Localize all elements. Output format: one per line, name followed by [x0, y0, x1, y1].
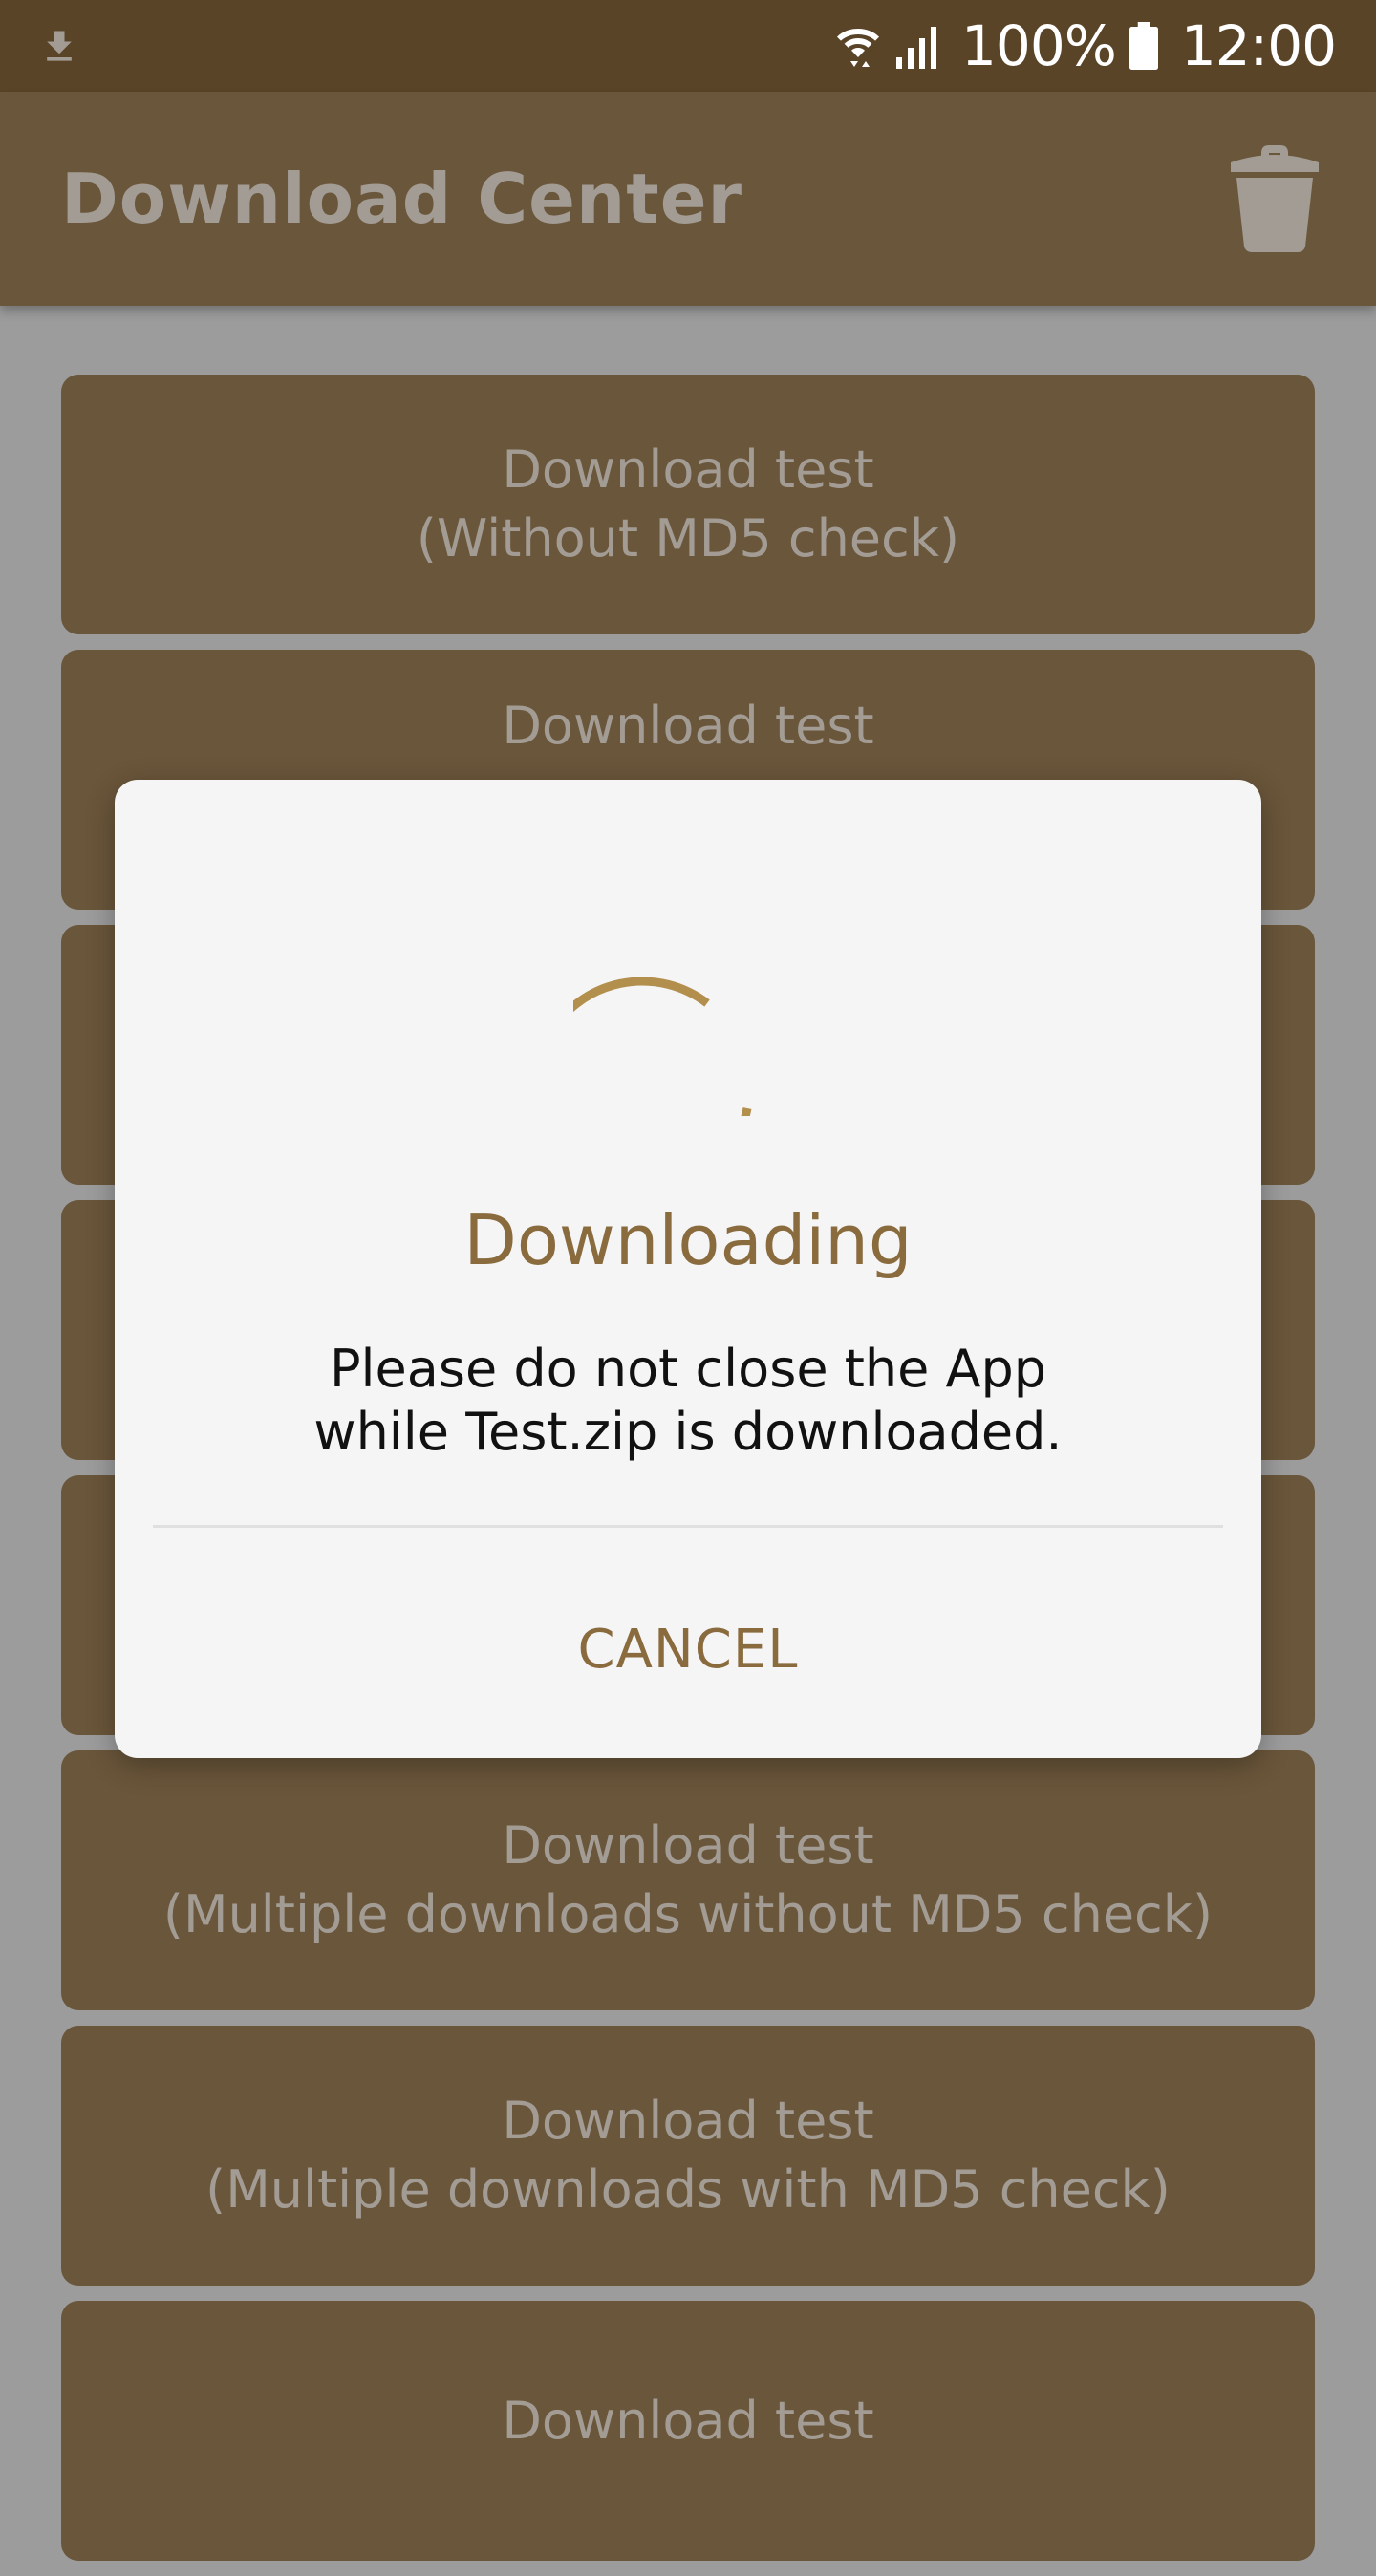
page-title: Download Center	[61, 159, 743, 239]
loading-spinner-icon	[573, 977, 752, 1116]
button-label-line1: Download test	[502, 696, 874, 756]
download-test-button[interactable]: Download test (Without MD5 check)	[61, 375, 1315, 634]
status-bar: 100% 12:00	[0, 0, 1376, 92]
signal-icon	[896, 27, 937, 69]
cancel-button[interactable]: CANCEL	[459, 1592, 917, 1707]
dialog-divider	[153, 1525, 1223, 1528]
dialog-message-line2: while Test.zip is downloaded.	[313, 1402, 1063, 1462]
wifi-icon	[837, 29, 880, 67]
download-test-button[interactable]: Download test (Multiple downloads withou…	[61, 1750, 1315, 2010]
battery-percentage: 100%	[961, 13, 1117, 78]
status-icons: 100% 12:00	[835, 0, 1337, 92]
battery-icon	[1129, 22, 1158, 70]
button-label-line2: (Multiple downloads with MD5 check)	[205, 2159, 1171, 2220]
button-label-line2: (Multiple downloads without MD5 check)	[162, 1884, 1214, 1944]
trash-icon[interactable]	[1227, 143, 1322, 254]
button-label-line1: Download test	[502, 440, 874, 500]
clock: 12:00	[1180, 13, 1337, 78]
dialog-message-line1: Please do not close the App	[329, 1339, 1046, 1399]
button-label-line1: Download test	[502, 1815, 874, 1876]
button-label-line1: Download test	[502, 2391, 874, 2451]
button-label-line2: (Without MD5 check)	[416, 508, 960, 569]
app-bar: Download Center	[0, 92, 1376, 306]
downloading-dialog: Downloading Please do not close the App …	[115, 780, 1261, 1758]
dialog-title: Downloading	[463, 1200, 913, 1280]
download-test-button[interactable]: Download test (Multiple downloads with M…	[61, 2026, 1315, 2286]
dialog-message: Please do not close the App while Test.z…	[115, 1338, 1261, 1464]
download-test-button[interactable]: Download test	[61, 2301, 1315, 2561]
button-label-line1: Download test	[502, 2091, 874, 2151]
download-icon	[47, 31, 72, 61]
